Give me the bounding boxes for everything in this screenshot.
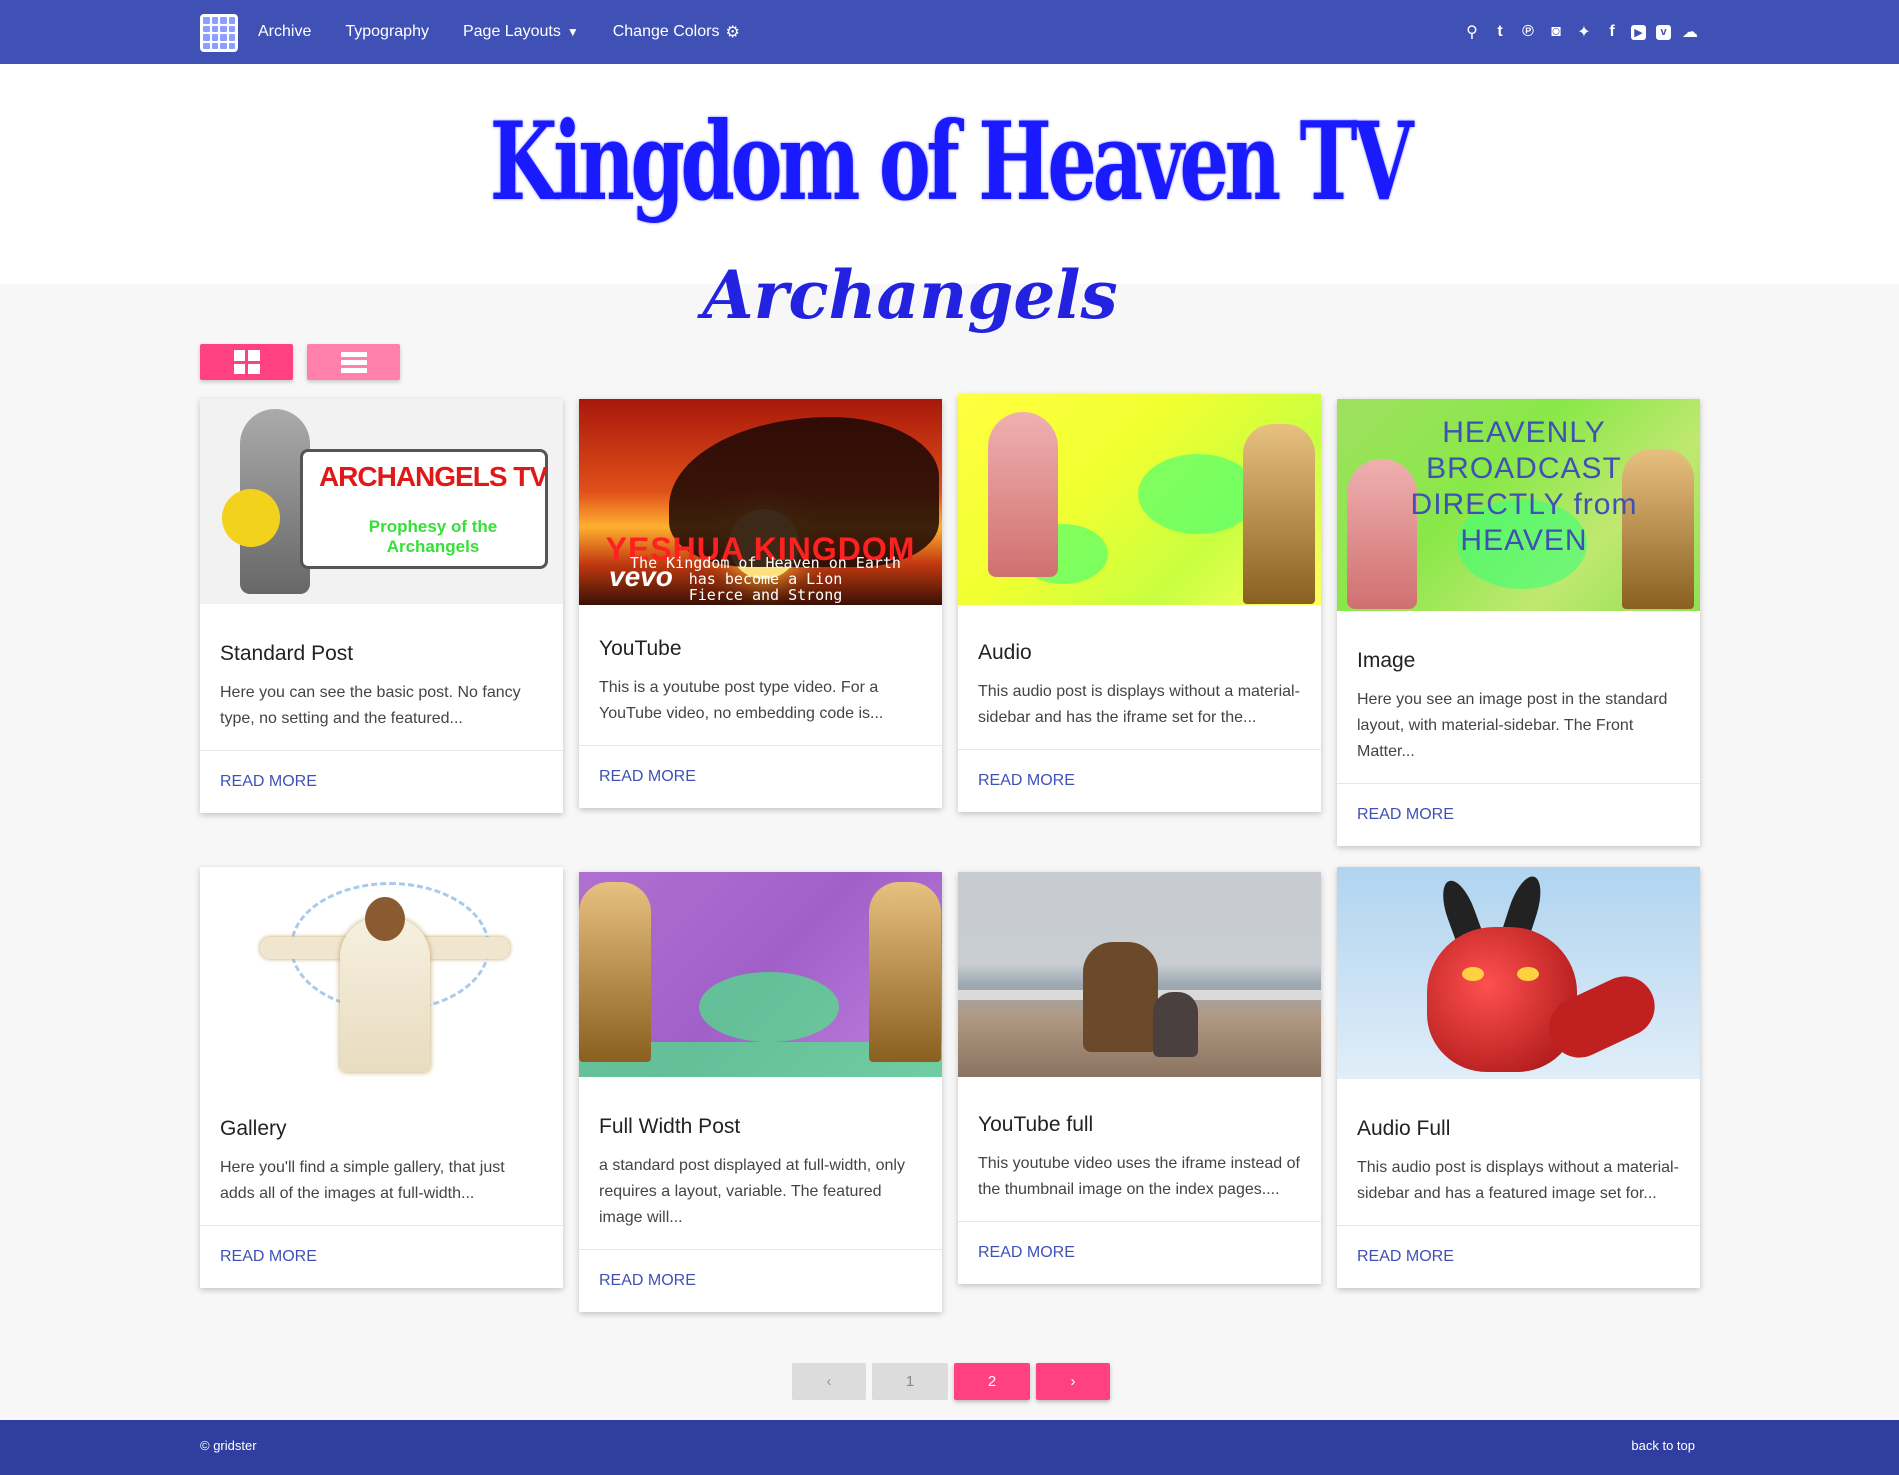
post-card-youtube: YESHUA KINGDOM The Kingdom of Heaven on … bbox=[579, 399, 942, 808]
card-excerpt: This youtube video uses the iframe inste… bbox=[978, 1155, 1300, 1198]
prev-page-button[interactable]: ‹ bbox=[792, 1363, 866, 1400]
card-title[interactable]: Image bbox=[1357, 649, 1680, 673]
card-title[interactable]: YouTube bbox=[599, 637, 922, 661]
card-excerpt: This audio post is displays without a ma… bbox=[1357, 1159, 1679, 1202]
vimeo-icon[interactable]: v bbox=[1656, 24, 1671, 40]
read-more-link[interactable]: READ MORE bbox=[599, 768, 696, 785]
page-1-button[interactable]: 1 bbox=[872, 1363, 948, 1400]
list-icon bbox=[340, 351, 367, 373]
nav-typography[interactable]: Typography bbox=[345, 23, 429, 41]
post-card-image: HEAVENLY BROADCAST DIRECTLY from HEAVEN I… bbox=[1337, 399, 1700, 846]
read-more-link[interactable]: READ MORE bbox=[220, 1248, 317, 1265]
grid-icon bbox=[233, 350, 260, 374]
read-more-link[interactable]: READ MORE bbox=[599, 1272, 696, 1289]
next-page-button[interactable]: › bbox=[1036, 1363, 1110, 1400]
card-body: YouTube This is a youtube post type vide… bbox=[579, 605, 942, 745]
read-more-link[interactable]: READ MORE bbox=[1357, 1248, 1454, 1265]
post-card-standard: ARCHANGELS TV Prophesy of the Archangels … bbox=[200, 399, 563, 813]
card-excerpt: a standard post displayed at full-width,… bbox=[599, 1157, 905, 1226]
card-image[interactable] bbox=[579, 872, 942, 1077]
card-title[interactable]: Full Width Post bbox=[599, 1115, 922, 1139]
pagination: ‹ 1 2 › bbox=[792, 1363, 1110, 1400]
list-view-button[interactable] bbox=[307, 344, 400, 380]
nav-archive-label: Archive bbox=[258, 23, 312, 40]
card-body: Full Width Post a standard post displaye… bbox=[579, 1077, 942, 1249]
card-action: READ MORE bbox=[579, 1249, 942, 1312]
post-card-gallery: Gallery Here you'll find a simple galler… bbox=[200, 867, 563, 1288]
card-image[interactable] bbox=[200, 867, 563, 1079]
image-caption: ARCHANGELS TV bbox=[318, 461, 548, 492]
card-excerpt: Here you can see the basic post. No fanc… bbox=[220, 684, 521, 727]
nav-page-layouts-dropdown[interactable]: Page Layouts ▼ bbox=[463, 23, 579, 41]
nav-change-colors-label: Change Colors bbox=[612, 23, 720, 40]
top-navbar: Archive Typography Page Layouts ▼ Change … bbox=[0, 0, 1899, 64]
site-logo-icon[interactable] bbox=[200, 14, 238, 52]
social-icons: ⚲ t ℗ ◙ ✦ f ▶ v ☁ bbox=[1463, 0, 1699, 64]
soundcloud-icon[interactable]: ☁ bbox=[1681, 23, 1699, 41]
post-card-full-width: Full Width Post a standard post displaye… bbox=[579, 872, 942, 1312]
card-title[interactable]: Audio bbox=[978, 641, 1301, 665]
card-image[interactable]: HEAVENLY BROADCAST DIRECTLY from HEAVEN bbox=[1337, 399, 1700, 611]
card-action: READ MORE bbox=[579, 745, 942, 808]
read-more-link[interactable]: READ MORE bbox=[220, 773, 317, 790]
card-title[interactable]: Audio Full bbox=[1357, 1117, 1680, 1141]
card-image[interactable] bbox=[958, 394, 1321, 605]
footer: © gridster back to top bbox=[0, 1420, 1899, 1475]
footer-copyright: © gridster bbox=[200, 1438, 257, 1453]
card-image[interactable]: YESHUA KINGDOM The Kingdom of Heaven on … bbox=[579, 399, 942, 605]
tumblr-icon[interactable]: t bbox=[1491, 23, 1509, 41]
card-action: READ MORE bbox=[200, 1225, 563, 1288]
card-body: Standard Post Here you can see the basic… bbox=[200, 604, 563, 750]
gear-icon: ⚙ bbox=[725, 24, 740, 41]
card-image[interactable]: ARCHANGELS TV Prophesy of the Archangels bbox=[200, 399, 563, 604]
nav-typography-label: Typography bbox=[345, 23, 429, 40]
twitter-icon[interactable]: ✦ bbox=[1575, 23, 1593, 41]
read-more-link[interactable]: READ MORE bbox=[978, 772, 1075, 789]
card-body: Image Here you see an image post in the … bbox=[1337, 611, 1700, 783]
card-action: READ MORE bbox=[958, 749, 1321, 812]
nav-links: Archive Typography Page Layouts ▼ Change … bbox=[258, 0, 740, 64]
banner-title: Kingdom of Heaven TV bbox=[489, 99, 1414, 225]
post-card-audio: Audio This audio post is displays withou… bbox=[958, 394, 1321, 812]
card-action: READ MORE bbox=[958, 1221, 1321, 1284]
image-caption: HEAVENLY BROADCAST DIRECTLY from HEAVEN bbox=[1410, 416, 1638, 557]
view-toggle bbox=[200, 344, 400, 380]
youtube-icon[interactable]: ▶ bbox=[1631, 24, 1646, 40]
post-card-youtube-full: YouTube full This youtube video uses the… bbox=[958, 872, 1321, 1284]
post-card-audio-full: Audio Full This audio post is displays w… bbox=[1337, 867, 1700, 1288]
pinterest-icon[interactable]: ℗ bbox=[1519, 23, 1537, 41]
card-action: READ MORE bbox=[1337, 783, 1700, 846]
instagram-icon[interactable]: ◙ bbox=[1547, 23, 1565, 41]
back-to-top-link[interactable]: back to top bbox=[1631, 1438, 1695, 1453]
page-2-button[interactable]: 2 bbox=[954, 1363, 1030, 1400]
card-excerpt: Here you see an image post in the standa… bbox=[1357, 691, 1668, 760]
nav-archive[interactable]: Archive bbox=[258, 23, 311, 41]
image-caption-sub: Prophesy of the Archangels bbox=[368, 517, 498, 556]
facebook-icon[interactable]: f bbox=[1603, 23, 1621, 41]
nav-page-layouts-label: Page Layouts bbox=[462, 23, 561, 40]
card-action: READ MORE bbox=[200, 750, 563, 813]
card-image[interactable] bbox=[958, 872, 1321, 1077]
card-body: Audio Full This audio post is displays w… bbox=[1337, 1079, 1700, 1225]
card-image[interactable] bbox=[1337, 867, 1700, 1079]
caret-down-icon: ▼ bbox=[566, 25, 579, 39]
grid-view-button[interactable] bbox=[200, 344, 293, 380]
card-title[interactable]: YouTube full bbox=[978, 1113, 1301, 1137]
nav-change-colors[interactable]: Change Colors ⚙ bbox=[613, 22, 740, 42]
vevo-logo: vevo bbox=[609, 561, 673, 592]
search-icon[interactable]: ⚲ bbox=[1463, 23, 1481, 41]
card-action: READ MORE bbox=[1337, 1225, 1700, 1288]
card-excerpt: This audio post is displays without a ma… bbox=[978, 683, 1300, 726]
card-body: Gallery Here you'll find a simple galler… bbox=[200, 1079, 563, 1225]
card-body: YouTube full This youtube video uses the… bbox=[958, 1077, 1321, 1221]
card-title[interactable]: Gallery bbox=[220, 1117, 543, 1141]
card-title[interactable]: Standard Post bbox=[220, 642, 543, 666]
card-body: Audio This audio post is displays withou… bbox=[958, 605, 1321, 749]
read-more-link[interactable]: READ MORE bbox=[978, 1244, 1075, 1261]
card-excerpt: Here you'll find a simple gallery, that … bbox=[220, 1159, 505, 1202]
banner-subtitle: Archangels bbox=[702, 256, 1118, 334]
card-excerpt: This is a youtube post type video. For a… bbox=[599, 679, 884, 722]
read-more-link[interactable]: READ MORE bbox=[1357, 806, 1454, 823]
